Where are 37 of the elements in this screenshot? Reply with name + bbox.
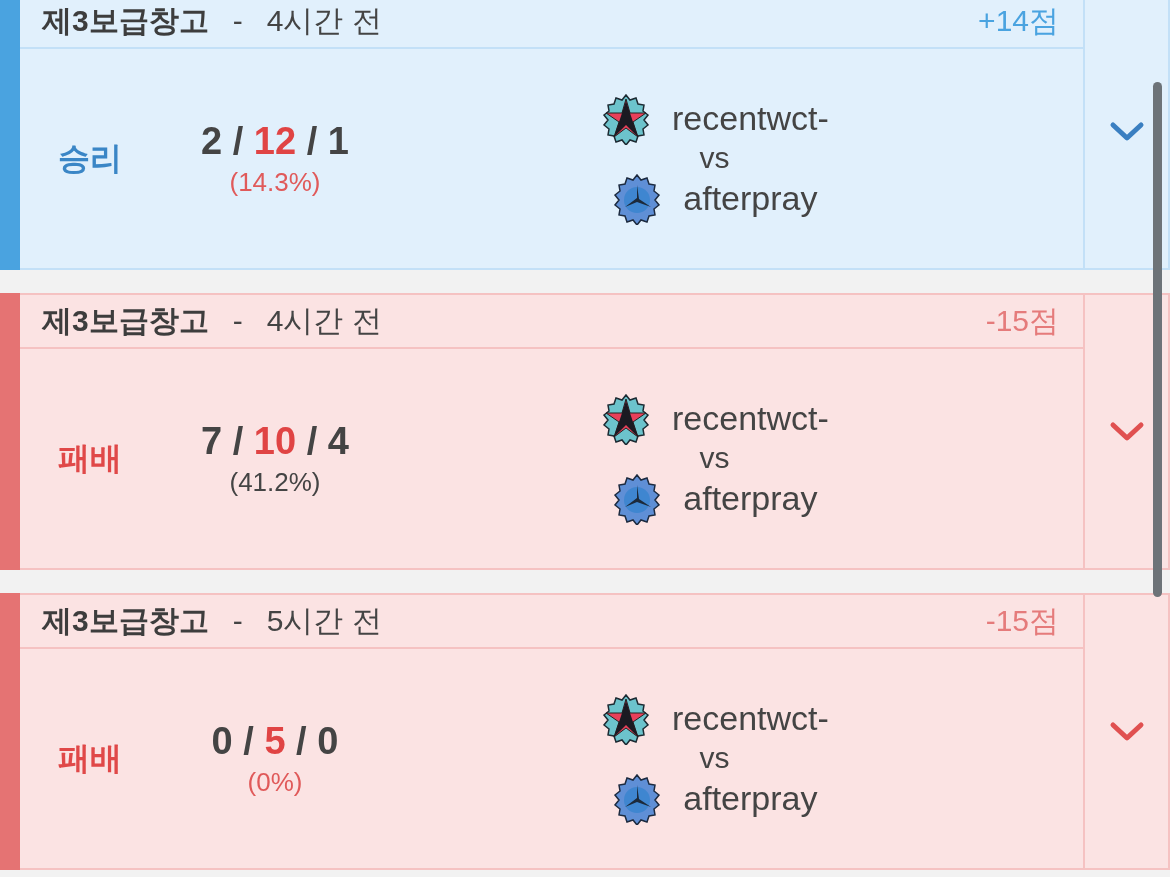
kill-ratio: (41.2%) [229,466,321,498]
match-time: 5시간 전 [266,602,382,639]
match-time: 4시간 전 [266,302,382,339]
map-name: 제3보급창고 [42,2,209,39]
player-name: recentwct- [672,399,829,438]
match-result: 승리 [57,138,123,178]
scrollbar[interactable] [1153,82,1162,597]
points-change: -15점 [985,302,1059,339]
match-result: 패배 [57,438,123,478]
player-name: recentwct- [672,99,829,138]
chevron-down-icon [1108,720,1145,743]
versus-label: vs [699,140,730,175]
separator: - [232,304,243,338]
match-result: 패배 [57,738,123,778]
separator: - [232,4,243,38]
star-emblem-icon [600,692,652,745]
map-name: 제3보급창고 [42,302,209,339]
star-emblem-icon [600,392,652,445]
points-change: -15점 [985,602,1059,639]
player-name: afterpray [683,479,818,518]
versus-label: vs [699,440,730,475]
points-change: +14점 [978,2,1059,39]
map-name: 제3보급창고 [42,602,209,639]
kda-score: 0 / 5 / 0 [211,719,339,763]
separator: - [232,604,243,638]
player-name: afterpray [683,179,818,218]
match-time: 4시간 전 [266,2,382,39]
player-name: afterpray [683,779,818,818]
kill-ratio: (0%) [247,766,303,798]
kill-ratio: (14.3%) [229,166,321,198]
chevron-down-icon [1108,420,1145,443]
chevron-down-icon [1108,120,1145,143]
player-name: recentwct- [672,699,829,738]
versus-label: vs [699,740,730,775]
kda-score: 7 / 10 / 4 [201,419,349,463]
star-emblem-icon [600,92,652,145]
kda-score: 2 / 12 / 1 [201,119,349,163]
